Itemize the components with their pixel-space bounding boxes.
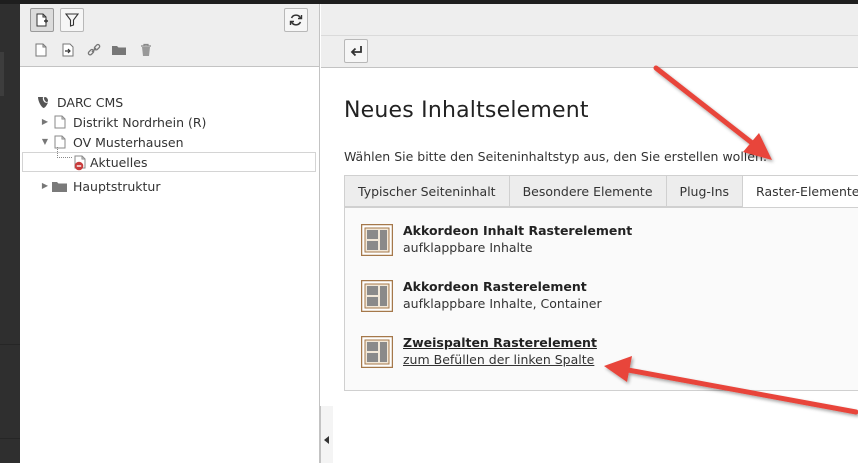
annotation-arrow-icon <box>653 65 772 160</box>
page-tree-toolbar <box>20 4 319 67</box>
trash-tool-button[interactable] <box>138 42 154 58</box>
refresh-icon <box>289 14 303 26</box>
content-type-tabs: Typischer Seiteninhalt Besondere Element… <box>344 175 858 208</box>
filter-icon <box>65 13 79 27</box>
tree-node-label: Distrikt Nordrhein (R) <box>73 114 207 130</box>
grid-element-icon <box>361 224 393 256</box>
content-element-title: Zweispalten Rasterelement <box>403 335 597 350</box>
tree-connector <box>57 147 72 158</box>
collapse-left-icon <box>324 436 329 444</box>
typo3-logo-icon <box>38 96 48 108</box>
tab-plug-ins[interactable]: Plug-Ins <box>665 175 743 207</box>
folder-tool-button[interactable] <box>111 42 127 58</box>
content-element-title: Akkordeon Rasterelement <box>403 279 587 294</box>
doc-header <box>321 4 858 68</box>
page-hidden-icon <box>74 155 86 171</box>
content-element-description: zum Befüllen der linken Spalte <box>403 352 595 367</box>
tree-node-label: Hauptstruktur <box>73 178 161 194</box>
page-export-tool-button[interactable] <box>60 42 76 58</box>
refresh-button[interactable] <box>284 8 308 32</box>
grid-element-icon <box>361 280 393 312</box>
module-menu-divider <box>0 344 20 345</box>
page-title: Neues Inhaltselement <box>344 98 589 123</box>
doc-header-divider <box>321 35 858 36</box>
link-icon <box>87 43 101 56</box>
content-element-description: aufklappbare Inhalte <box>403 240 533 255</box>
module-menu-divider <box>0 438 20 439</box>
page-export-icon <box>62 43 73 57</box>
back-button[interactable] <box>344 39 368 63</box>
tree-node-label: Aktuelles <box>90 155 148 170</box>
folder-icon <box>52 181 67 192</box>
tree-node-label: OV Musterhausen <box>73 134 184 150</box>
tree-root[interactable]: DARC CMS <box>36 92 123 112</box>
new-page-button[interactable] <box>30 8 54 32</box>
tab-typischer-seiteninhalt[interactable]: Typischer Seiteninhalt <box>344 175 509 207</box>
tab-raster-elemente[interactable]: Raster-Elemente <box>742 175 858 208</box>
tree-root-label: DARC CMS <box>57 94 124 110</box>
page-icon <box>54 115 66 129</box>
instruction-text: Wählen Sie bitte den Seiteninhaltstyp au… <box>344 149 768 164</box>
content-element-option-hovered[interactable]: Zweispalten Rasterelement zum Befüllen d… <box>361 334 597 374</box>
folder-icon <box>112 46 126 55</box>
trash-icon <box>141 43 151 56</box>
expand-arrow-icon[interactable]: ▶ <box>40 181 50 191</box>
tab-panel-raster-elemente: Akkordeon Inhalt Rasterelement aufklappb… <box>344 207 858 391</box>
tree-node-selected[interactable]: Aktuelles <box>22 147 316 172</box>
module-menu-collapsed[interactable] <box>0 4 20 463</box>
tree-node[interactable]: ▶ Hauptstruktur <box>40 176 161 196</box>
tab-besondere-elemente[interactable]: Besondere Elemente <box>508 175 666 207</box>
tree-node[interactable]: ▶ Distrikt Nordrhein (R) <box>40 112 207 132</box>
page-tree-frame: DARC CMS ▶ Distrikt Nordrhein (R) ▼ OV M… <box>20 4 320 463</box>
grid-element-icon <box>361 336 393 368</box>
module-menu-marker <box>0 52 4 96</box>
collapse-arrow-icon[interactable]: ▼ <box>40 137 50 147</box>
content-element-title: Akkordeon Inhalt Rasterelement <box>403 223 633 238</box>
expand-arrow-icon[interactable]: ▶ <box>40 117 50 127</box>
content-element-description: aufklappbare Inhalte, Container <box>403 296 602 311</box>
content-element-option[interactable]: Akkordeon Rasterelement aufklappbare Inh… <box>361 278 602 318</box>
link-tool-button[interactable] <box>86 42 102 58</box>
page-tool-button[interactable] <box>33 42 49 58</box>
return-arrow-icon <box>350 46 362 57</box>
filter-button[interactable] <box>60 8 84 32</box>
new-page-icon <box>36 13 48 27</box>
content-element-option[interactable]: Akkordeon Inhalt Rasterelement aufklappb… <box>361 222 632 262</box>
collapse-tree-handle[interactable] <box>320 406 333 463</box>
page-icon <box>35 43 47 57</box>
